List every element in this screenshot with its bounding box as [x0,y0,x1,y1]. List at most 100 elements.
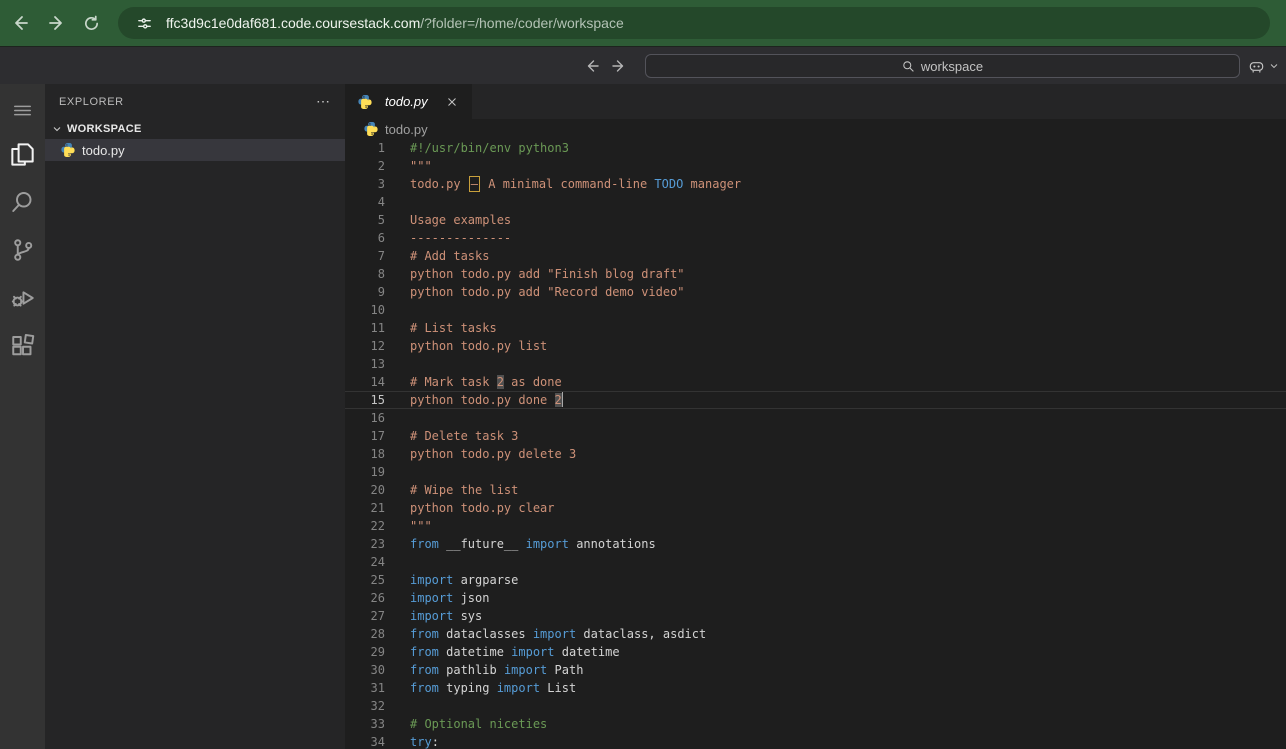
code-line-33[interactable]: 33# Optional niceties [345,715,1286,733]
account-menu[interactable] [1247,53,1280,79]
code-line-6[interactable]: 6-------------- [345,229,1286,247]
code-line-10[interactable]: 10 [345,301,1286,319]
line-number[interactable]: 28 [345,625,385,643]
editor-back-button[interactable] [580,54,604,78]
tab-todo-py[interactable]: todo.py [345,84,472,119]
line-number[interactable]: 6 [345,229,385,247]
activity-search[interactable] [0,178,45,226]
line-number[interactable]: 16 [345,409,385,427]
workspace-section-header[interactable]: WORKSPACE [45,119,345,139]
line-number[interactable]: 3 [345,175,385,193]
line-number[interactable]: 20 [345,481,385,499]
line-number[interactable]: 29 [345,643,385,661]
code-line-7[interactable]: 7 # Add tasks [345,247,1286,265]
code-line-21[interactable]: 21python todo.py clear [345,499,1286,517]
code-line-18[interactable]: 18python todo.py delete 3 [345,445,1286,463]
line-number[interactable]: 26 [345,589,385,607]
close-tab-button[interactable] [442,92,462,112]
editor-forward-button[interactable] [607,54,631,78]
code-line-13[interactable]: 13 [345,355,1286,373]
url-text[interactable]: ffc3d9c1e0daf681.code.coursestack.com/?f… [166,15,624,31]
text-cursor [562,392,563,407]
code-line-11[interactable]: 11# List tasks [345,319,1286,337]
line-number[interactable]: 21 [345,499,385,517]
line-number[interactable]: 25 [345,571,385,589]
line-number[interactable]: 15 [345,391,385,409]
line-number[interactable]: 12 [345,337,385,355]
code-text: # Add tasks [410,247,489,265]
file-list: todo.py [45,139,345,161]
code-line-20[interactable]: 20# Wipe the list [345,481,1286,499]
line-number[interactable]: 9 [345,283,385,301]
line-number[interactable]: 4 [345,193,385,211]
line-number[interactable]: 24 [345,553,385,571]
command-center-search[interactable]: workspace [645,54,1240,78]
line-number[interactable]: 1 [345,139,385,157]
copilot-icon [1247,57,1266,76]
code-line-30[interactable]: 30from pathlib import Path [345,661,1286,679]
code-line-34[interactable]: 34try: [345,733,1286,749]
line-number[interactable]: 22 [345,517,385,535]
command-center-label: workspace [921,59,983,74]
line-number[interactable]: 30 [345,661,385,679]
line-number[interactable]: 23 [345,535,385,553]
activity-run-debug[interactable] [0,274,45,322]
line-number[interactable]: 31 [345,679,385,697]
line-number[interactable]: 10 [345,301,385,319]
line-number[interactable]: 33 [345,715,385,733]
line-number[interactable]: 5 [345,211,385,229]
code-text: #!/usr/bin/env python3 [410,139,569,157]
line-number[interactable]: 27 [345,607,385,625]
code-line-26[interactable]: 26 import json [345,589,1286,607]
line-number[interactable]: 18 [345,445,385,463]
line-number[interactable]: 2 [345,157,385,175]
code-line-25[interactable]: 25import argparse [345,571,1286,589]
site-info-button[interactable] [130,9,158,37]
code-line-9[interactable]: 9python todo.py add "Record demo video" [345,283,1286,301]
code-line-22[interactable]: 22""" [345,517,1286,535]
code-line-8[interactable]: 8python todo.py add "Finish blog draft" [345,265,1286,283]
line-number[interactable]: 34 [345,733,385,749]
code-line-19[interactable]: 19 [345,463,1286,481]
code-line-16[interactable]: 16 [345,409,1286,427]
forward-arrow-icon [611,58,627,74]
code-line-14[interactable]: 14# Mark task 2 as done [345,373,1286,391]
browser-back-button[interactable] [5,8,35,38]
line-number[interactable]: 17 [345,427,385,445]
python-icon [60,142,76,158]
line-number[interactable]: 7 [345,247,385,265]
code-line-5[interactable]: 5Usage examples [345,211,1286,229]
line-number[interactable]: 8 [345,265,385,283]
code-line-2[interactable]: 2""" [345,157,1286,175]
more-actions-icon[interactable]: ⋯ [316,93,331,110]
line-number[interactable]: 13 [345,355,385,373]
line-number[interactable]: 14 [345,373,385,391]
code-editor[interactable]: 1 #!/usr/bin/env python32"""3todo.py – A … [345,139,1286,749]
code-text: import json [410,589,489,607]
browser-refresh-button[interactable] [76,8,106,38]
activity-source-control[interactable] [0,226,45,274]
code-line-27[interactable]: 27import sys [345,607,1286,625]
code-line-28[interactable]: 28from dataclasses import dataclass, asd… [345,625,1286,643]
line-number[interactable]: 19 [345,463,385,481]
code-line-31[interactable]: 31from typing import List [345,679,1286,697]
code-line-4[interactable]: 4 [345,193,1286,211]
line-number[interactable]: 11 [345,319,385,337]
activity-extensions[interactable] [0,322,45,370]
address-bar[interactable]: ffc3d9c1e0daf681.code.coursestack.com/?f… [118,7,1270,39]
code-line-24[interactable]: 24 [345,553,1286,571]
activity-explorer[interactable] [0,130,45,178]
code-line-29[interactable]: 29from datetime import datetime [345,643,1286,661]
code-line-1[interactable]: 1 #!/usr/bin/env python3 [345,139,1286,157]
code-line-23[interactable]: 23from __future__ import annotations [345,535,1286,553]
browser-forward-button[interactable] [42,8,72,38]
file-row-todo.py[interactable]: todo.py [45,139,345,161]
code-line-12[interactable]: 12python todo.py list [345,337,1286,355]
breadcrumb-file[interactable]: todo.py [385,122,428,137]
line-number[interactable]: 32 [345,697,385,715]
code-line-32[interactable]: 32 [345,697,1286,715]
menu-button[interactable] [0,90,45,130]
code-line-15[interactable]: 15python todo.py done 2 [345,391,1286,409]
code-line-17[interactable]: 17# Delete task 3 [345,427,1286,445]
code-line-3[interactable]: 3todo.py – A minimal command-line TODO m… [345,175,1286,193]
